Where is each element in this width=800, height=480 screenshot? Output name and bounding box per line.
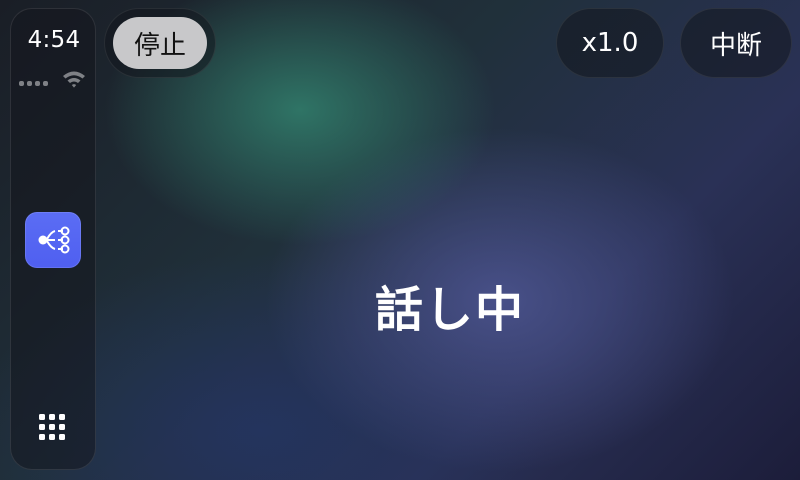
wifi-icon [63, 71, 85, 88]
stop-button[interactable]: 停止 [113, 17, 207, 69]
speed-button[interactable]: x1.0 [556, 8, 664, 78]
clock-time: 4:54 [27, 27, 81, 53]
call-status-text: 話し中 [374, 282, 525, 338]
interrupt-button[interactable]: 中断 [680, 8, 792, 78]
cellular-signal-icon [19, 77, 63, 87]
app-grid-icon[interactable] [39, 414, 67, 442]
stop-button-container: 停止 [104, 8, 216, 78]
share-tree-app-icon[interactable] [25, 212, 81, 268]
sidebar-rail: 4:54 [10, 8, 96, 470]
